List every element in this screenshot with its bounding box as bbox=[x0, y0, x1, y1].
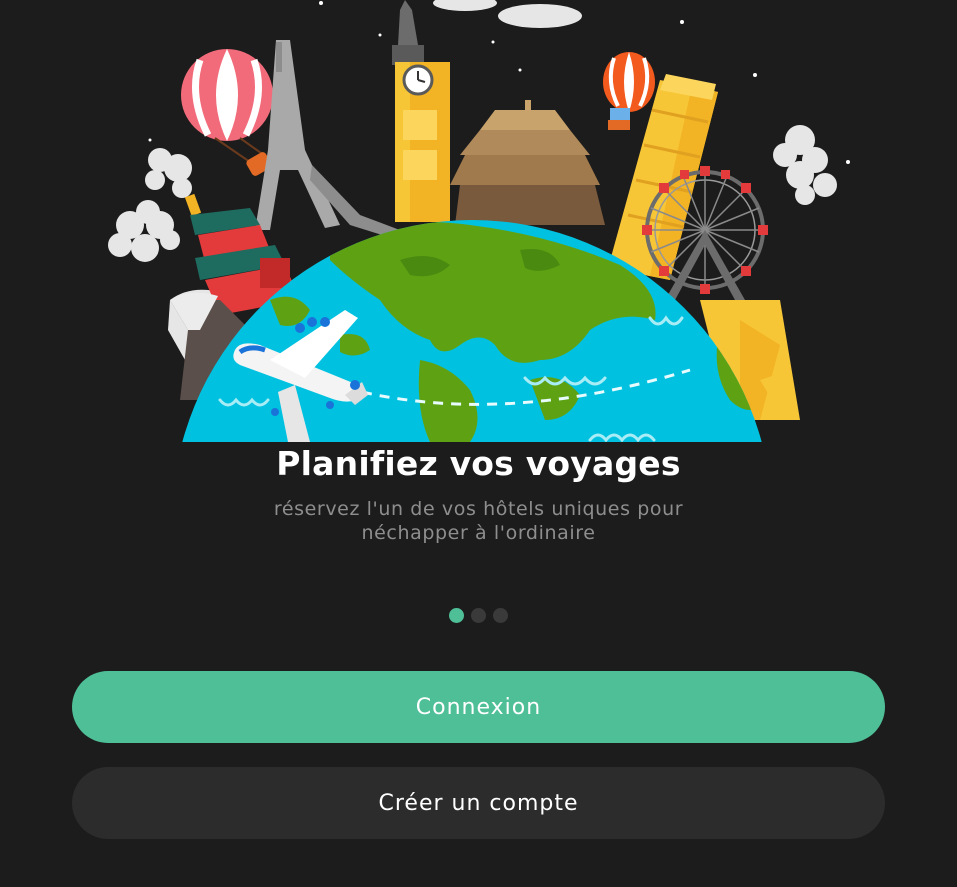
onboarding-title: Planifiez vos voyages bbox=[276, 444, 681, 483]
hot-air-balloon-left bbox=[181, 49, 273, 176]
create-account-button[interactable]: Créer un compte bbox=[72, 767, 885, 839]
login-button[interactable]: Connexion bbox=[72, 671, 885, 743]
big-ben-tower bbox=[392, 0, 450, 222]
asian-temple bbox=[450, 100, 605, 225]
onboarding-subtitle: réservez l'un de vos hôtels uniques pour… bbox=[273, 498, 684, 544]
eiffel-tower bbox=[255, 40, 405, 240]
hot-air-balloon-right bbox=[603, 52, 655, 130]
pagination-dot-2[interactable] bbox=[471, 608, 486, 623]
onboarding-screen: Planifiez vos voyages réservez l'un de v… bbox=[0, 0, 957, 887]
travel-illustration bbox=[100, 0, 860, 442]
pagination-indicator bbox=[0, 608, 957, 623]
pagination-dot-1[interactable] bbox=[449, 608, 464, 623]
pagination-dot-3[interactable] bbox=[493, 608, 508, 623]
